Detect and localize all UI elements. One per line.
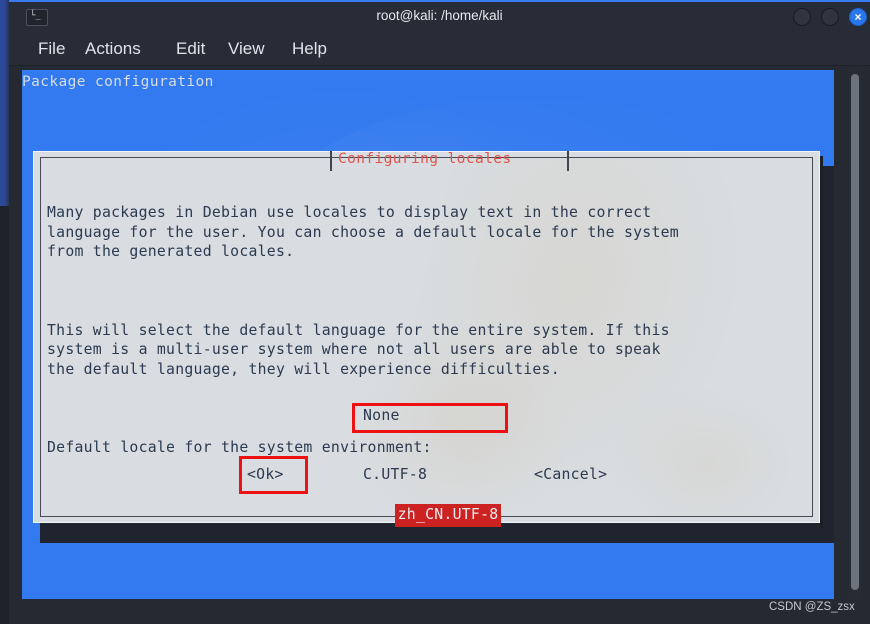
watermark-text: CSDN @ZS_zsx: [769, 601, 855, 613]
terminal-window: └_ root@kali: /home/kali × File Actions …: [0, 0, 870, 624]
menubar-divider: [9, 65, 870, 66]
menu-bar: File Actions Edit View Help: [9, 33, 870, 66]
locale-option-c-utf8[interactable]: C.UTF-8: [361, 465, 501, 485]
desktop-background-strip-lower: [0, 206, 9, 624]
package-configuration-heading: Package configuration: [22, 74, 214, 90]
terminal-scrollbar-thumb[interactable]: [851, 74, 859, 590]
menu-item-view[interactable]: View: [228, 39, 265, 59]
title-bar[interactable]: └_ root@kali: /home/kali ×: [9, 0, 870, 33]
titlebar-accent-line: [9, 0, 870, 2]
window-title: root@kali: /home/kali: [376, 8, 503, 23]
cancel-button[interactable]: <Cancel>: [534, 466, 607, 483]
dialog-paragraph-1: Many packages in Debian use locales to d…: [47, 204, 679, 261]
minimize-button[interactable]: [793, 8, 811, 26]
annotation-box-locale: [352, 403, 508, 433]
locale-option-list[interactable]: None C.UTF-8 zh_CN.UTF-8: [361, 367, 502, 546]
menu-item-edit[interactable]: Edit: [176, 39, 205, 59]
annotation-box-ok-button: [239, 456, 308, 494]
menu-item-actions[interactable]: Actions: [85, 39, 141, 59]
menu-item-file[interactable]: File: [38, 39, 65, 59]
menu-item-help[interactable]: Help: [292, 39, 327, 59]
locale-option-zh-cn-utf8[interactable]: zh_CN.UTF-8: [394, 504, 502, 527]
close-button[interactable]: ×: [849, 8, 867, 26]
maximize-button[interactable]: [821, 8, 839, 26]
dialog-shadow: [820, 156, 823, 528]
